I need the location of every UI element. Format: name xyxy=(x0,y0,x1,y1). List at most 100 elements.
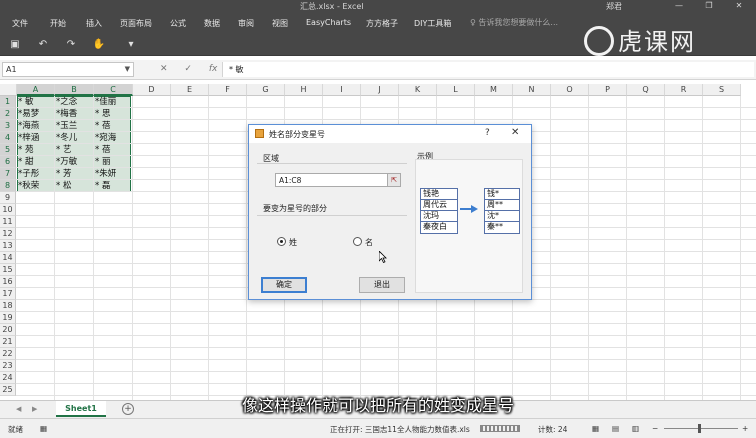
row-header[interactable]: 18 xyxy=(0,300,16,312)
table-cell[interactable]: * 蓓 xyxy=(94,144,132,156)
restore-button[interactable]: ❐ xyxy=(694,0,724,13)
zoom-slider[interactable] xyxy=(664,428,738,429)
cancel-icon[interactable]: ✕ xyxy=(160,64,168,74)
radio-given-name-label[interactable]: 名 xyxy=(365,237,373,248)
row-header[interactable]: 21 xyxy=(0,336,16,348)
select-all-corner[interactable] xyxy=(0,84,17,96)
row-header[interactable]: 13 xyxy=(0,240,16,252)
row-header[interactable]: 1 xyxy=(0,96,16,108)
save-icon[interactable]: ▣ xyxy=(8,39,22,50)
user-name[interactable]: 郑君 xyxy=(606,1,622,12)
range-picker-button[interactable]: ⇱ xyxy=(387,173,401,187)
tab-view[interactable]: 视图 xyxy=(272,18,288,29)
dialog-close-button[interactable]: ✕ xyxy=(511,127,519,138)
table-cell[interactable]: * 蓓 xyxy=(94,120,132,132)
range-input[interactable]: A1:C8 xyxy=(275,173,401,187)
row-header[interactable]: 24 xyxy=(0,372,16,384)
row-header[interactable]: 12 xyxy=(0,228,16,240)
table-cell[interactable]: * 苑 xyxy=(17,144,54,156)
table-cell[interactable]: * 敏 xyxy=(17,96,54,108)
table-cell[interactable]: *梓涵 xyxy=(17,132,54,144)
column-header[interactable]: G xyxy=(247,84,285,96)
insert-function-icon[interactable]: fx xyxy=(209,64,218,74)
tab-easycharts[interactable]: EasyCharts xyxy=(306,18,351,27)
tab-insert[interactable]: 插入 xyxy=(86,18,102,29)
column-header[interactable]: F xyxy=(209,84,247,96)
column-header[interactable]: Q xyxy=(627,84,665,96)
table-cell[interactable]: *易梦 xyxy=(17,108,54,120)
table-cell[interactable]: *佳丽 xyxy=(94,96,132,108)
page-layout-view-icon[interactable]: ▤ xyxy=(612,424,619,433)
column-header[interactable]: R xyxy=(665,84,703,96)
tab-formulas[interactable]: 公式 xyxy=(170,18,186,29)
touch-mode-icon[interactable]: ✋ xyxy=(92,39,106,50)
column-header[interactable]: L xyxy=(437,84,475,96)
table-cell[interactable]: *玉兰 xyxy=(55,120,93,132)
close-window-button[interactable]: ✕ xyxy=(724,0,754,13)
table-cell[interactable]: *宛海 xyxy=(94,132,132,144)
table-cell[interactable]: *秋荣 xyxy=(17,180,54,192)
tab-fangfang[interactable]: 方方格子 xyxy=(366,18,398,29)
table-cell[interactable]: * 松 xyxy=(55,180,93,192)
tab-review[interactable]: 审阅 xyxy=(238,18,254,29)
help-button[interactable]: ? xyxy=(485,128,490,138)
table-cell[interactable]: *海燕 xyxy=(17,120,54,132)
column-header[interactable]: M xyxy=(475,84,513,96)
radio-surname-label[interactable]: 姓 xyxy=(289,237,297,248)
column-header[interactable]: A xyxy=(17,84,55,96)
redo-icon[interactable]: ↷ xyxy=(64,39,78,50)
row-header[interactable]: 4 xyxy=(0,132,16,144)
row-header[interactable]: 5 xyxy=(0,144,16,156)
table-cell[interactable]: * 丽 xyxy=(94,156,132,168)
ok-button[interactable]: 确定 xyxy=(261,277,307,293)
normal-view-icon[interactable]: ▦ xyxy=(592,424,599,433)
column-header[interactable]: D xyxy=(133,84,171,96)
row-header[interactable]: 2 xyxy=(0,108,16,120)
row-header[interactable]: 15 xyxy=(0,264,16,276)
row-header[interactable]: 14 xyxy=(0,252,16,264)
column-header[interactable]: I xyxy=(323,84,361,96)
column-header[interactable]: C xyxy=(94,84,133,96)
column-header[interactable]: J xyxy=(361,84,399,96)
table-cell[interactable]: *子彤 xyxy=(17,168,54,180)
row-header[interactable]: 22 xyxy=(0,348,16,360)
row-header[interactable]: 11 xyxy=(0,216,16,228)
tab-home[interactable]: 开始 xyxy=(50,18,66,29)
column-header[interactable]: S xyxy=(703,84,741,96)
row-header[interactable]: 17 xyxy=(0,288,16,300)
table-cell[interactable]: *万敏 xyxy=(55,156,93,168)
row-header[interactable]: 9 xyxy=(0,192,16,204)
column-header[interactable]: N xyxy=(513,84,551,96)
tab-file[interactable]: 文件 xyxy=(12,18,28,29)
tab-diy-toolbox[interactable]: DIY工具箱 xyxy=(414,18,451,29)
enter-icon[interactable]: ✓ xyxy=(184,64,192,74)
row-header[interactable]: 16 xyxy=(0,276,16,288)
chevron-down-icon[interactable]: ▼ xyxy=(125,65,130,73)
row-header[interactable]: 23 xyxy=(0,360,16,372)
column-header[interactable]: K xyxy=(399,84,437,96)
row-header[interactable]: 8 xyxy=(0,180,16,192)
table-cell[interactable]: *之念 xyxy=(55,96,93,108)
row-header[interactable]: 19 xyxy=(0,312,16,324)
page-break-view-icon[interactable]: ▥ xyxy=(632,424,639,433)
table-cell[interactable]: * 磊 xyxy=(94,180,132,192)
row-header[interactable]: 3 xyxy=(0,120,16,132)
column-header[interactable]: B xyxy=(55,84,94,96)
zoom-out-icon[interactable]: − xyxy=(652,424,658,433)
row-header[interactable]: 20 xyxy=(0,324,16,336)
tab-data[interactable]: 数据 xyxy=(204,18,220,29)
table-cell[interactable]: *冬儿 xyxy=(55,132,93,144)
row-header[interactable]: 10 xyxy=(0,204,16,216)
table-cell[interactable]: * 思 xyxy=(94,108,132,120)
tell-me-search[interactable]: ♀ 告诉我您想要做什么... xyxy=(470,17,558,28)
column-header[interactable]: O xyxy=(551,84,589,96)
table-cell[interactable]: *朱妍 xyxy=(94,168,132,180)
tab-page-layout[interactable]: 页面布局 xyxy=(120,18,152,29)
column-header[interactable]: H xyxy=(285,84,323,96)
formula-input[interactable]: * 敏 xyxy=(222,62,754,77)
customize-toolbar-icon[interactable]: ▾ xyxy=(124,39,138,50)
minimize-button[interactable]: — xyxy=(664,0,694,13)
row-header[interactable]: 7 xyxy=(0,168,16,180)
macro-record-icon[interactable]: ▦ xyxy=(40,424,47,433)
row-header[interactable]: 6 xyxy=(0,156,16,168)
